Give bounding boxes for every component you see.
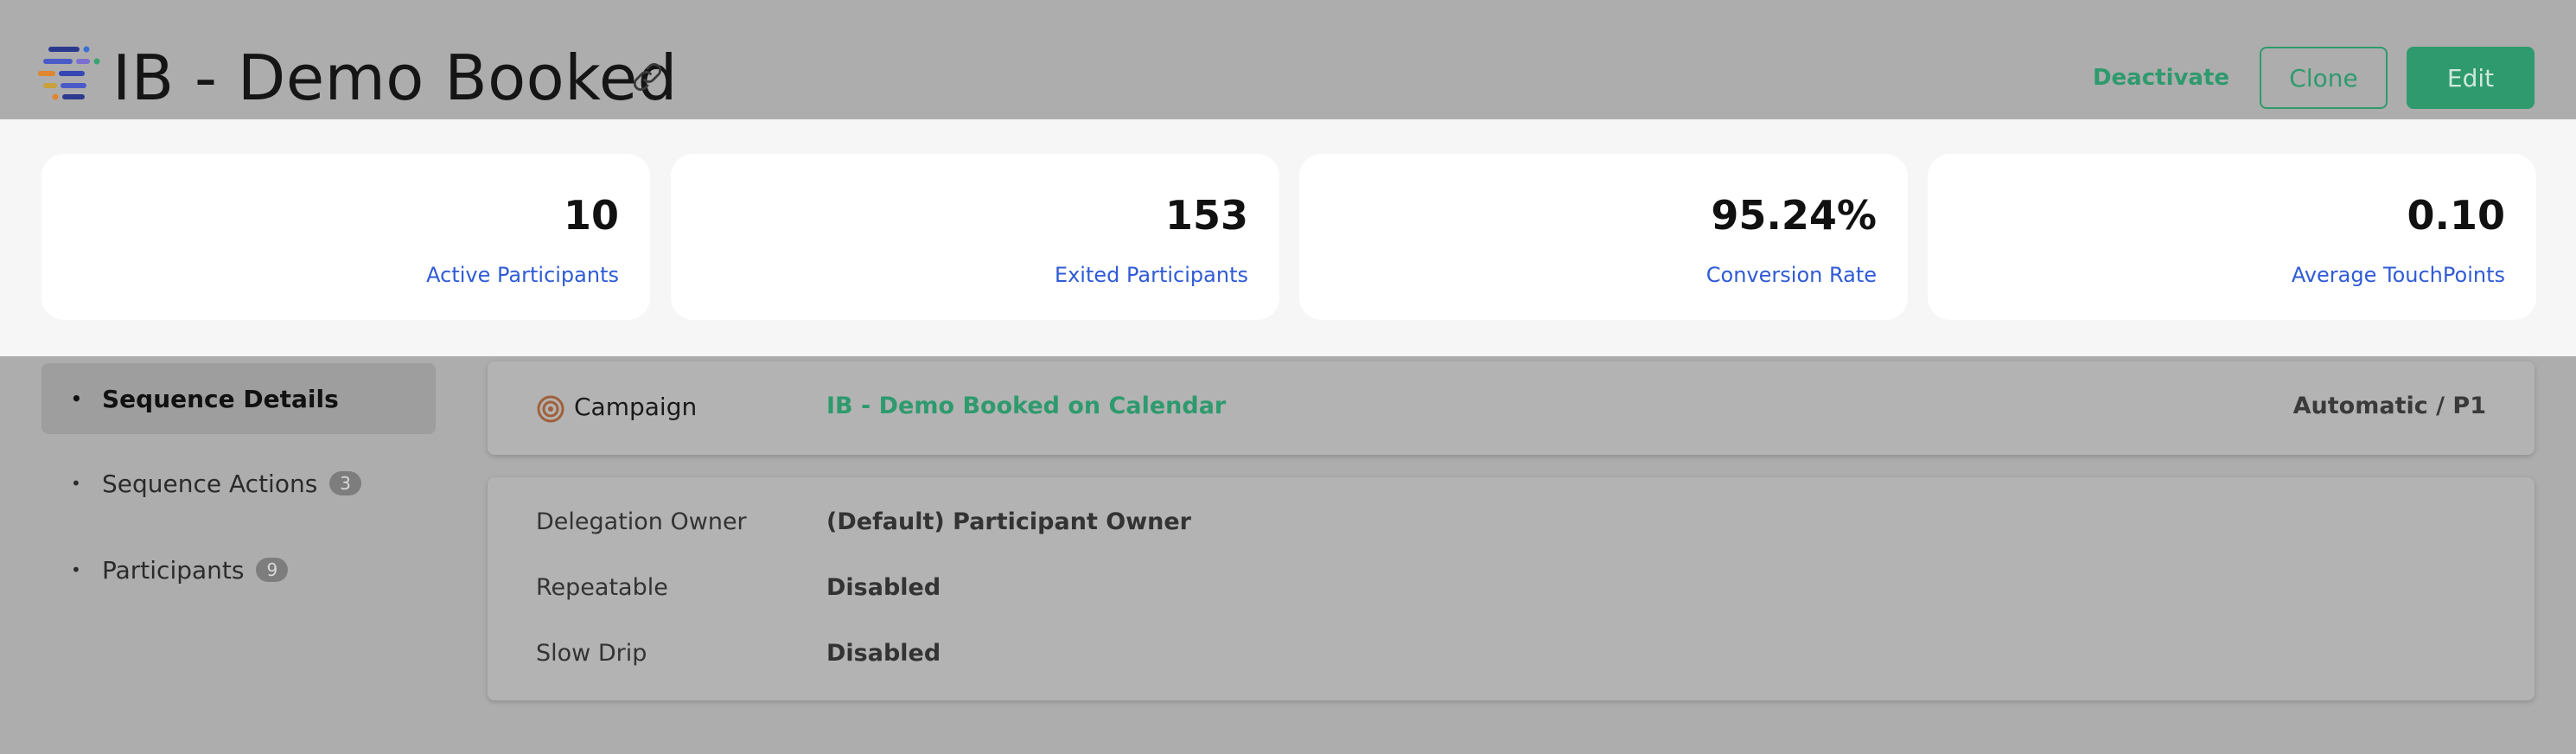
stat-card-average-touchpoints: 0.10 Average TouchPoints bbox=[1928, 154, 2536, 320]
campaign-link[interactable]: IB - Demo Booked on Calendar bbox=[826, 393, 1226, 419]
stat-card-conversion-rate: 95.24% Conversion Rate bbox=[1299, 154, 1908, 320]
stat-label[interactable]: Active Participants bbox=[426, 263, 619, 287]
campaign-panel: Campaign IB - Demo Booked on Calendar Au… bbox=[488, 361, 2535, 455]
stat-label[interactable]: Exited Participants bbox=[1055, 263, 1248, 287]
count-badge: 3 bbox=[329, 471, 362, 495]
detail-label-slow-drip: Slow Drip bbox=[536, 640, 647, 667]
stat-value: 10 bbox=[563, 192, 619, 239]
bullet-icon: • bbox=[71, 388, 82, 409]
stats-band: 10 Active Participants 153 Exited Partic… bbox=[0, 119, 2576, 356]
page-header: IB - Demo Booked Deactivate Clone Edit bbox=[0, 0, 2576, 119]
sidebar-item-label: Participants bbox=[102, 555, 245, 585]
sidebar-item-sequence-details[interactable]: • Sequence Details bbox=[41, 363, 436, 434]
stat-value: 0.10 bbox=[2407, 192, 2506, 239]
sequence-details-panel: Delegation Owner (Default) Participant O… bbox=[488, 477, 2535, 700]
detail-value-delegation-owner: (Default) Participant Owner bbox=[826, 508, 1191, 535]
sidebar-item-sequence-actions[interactable]: • Sequence Actions 3 bbox=[41, 448, 436, 519]
bullet-icon: • bbox=[71, 473, 81, 494]
stat-card-active-participants: 10 Active Participants bbox=[41, 154, 650, 320]
campaign-mode: Automatic / P1 bbox=[2292, 393, 2486, 419]
stat-label[interactable]: Conversion Rate bbox=[1706, 263, 1877, 287]
deactivate-button[interactable]: Deactivate bbox=[2092, 47, 2230, 109]
campaign-label: Campaign bbox=[574, 393, 698, 421]
link-icon[interactable] bbox=[629, 59, 666, 95]
sidebar-item-label: Sequence Details bbox=[102, 384, 339, 413]
edit-button[interactable]: Edit bbox=[2407, 47, 2535, 109]
page-title: IB - Demo Booked bbox=[112, 42, 678, 114]
count-badge: 9 bbox=[256, 558, 289, 582]
sidebar-item-label: Sequence Actions bbox=[102, 469, 318, 498]
stat-value: 95.24% bbox=[1711, 192, 1877, 239]
target-icon bbox=[537, 395, 564, 423]
detail-value-repeatable: Disabled bbox=[826, 574, 941, 601]
sidebar-nav: • Sequence Details • Sequence Actions 3 … bbox=[0, 356, 458, 754]
stat-card-exited-participants: 153 Exited Participants bbox=[671, 154, 1279, 320]
detail-label-delegation-owner: Delegation Owner bbox=[536, 508, 747, 535]
detail-label-repeatable: Repeatable bbox=[536, 574, 668, 601]
app-logo-icon bbox=[38, 46, 100, 100]
clone-button[interactable]: Clone bbox=[2260, 47, 2388, 109]
stat-label[interactable]: Average TouchPoints bbox=[2292, 263, 2505, 287]
sidebar-item-participants[interactable]: • Participants 9 bbox=[41, 534, 436, 605]
bullet-icon: • bbox=[71, 559, 81, 580]
detail-value-slow-drip: Disabled bbox=[826, 640, 941, 667]
stat-value: 153 bbox=[1164, 192, 1248, 239]
